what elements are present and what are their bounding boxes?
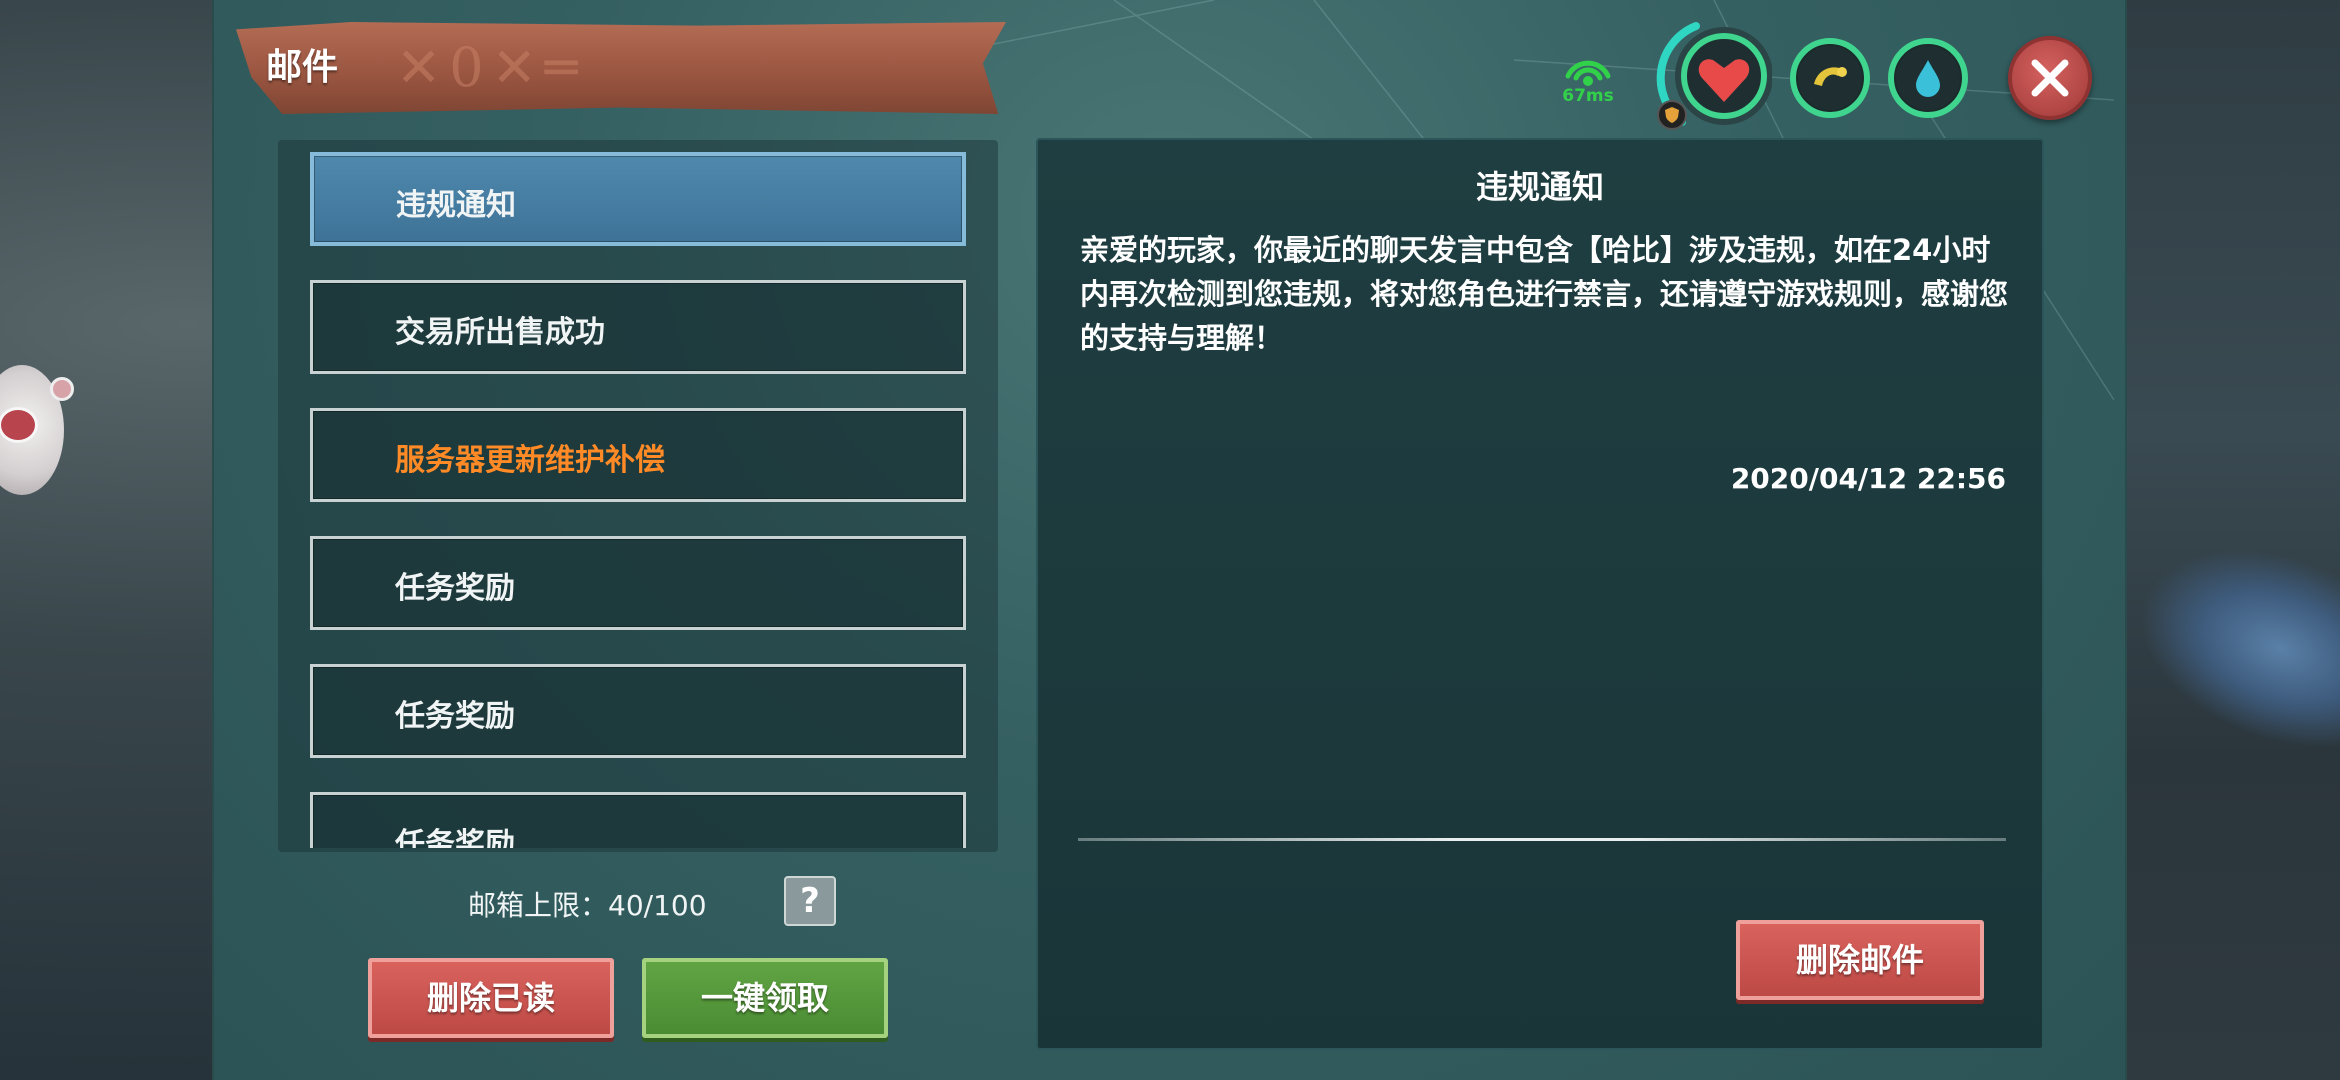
- creature-mouth: [0, 407, 38, 443]
- water-drop-icon: [1916, 60, 1940, 97]
- close-icon: [2031, 59, 2069, 97]
- mail-item-selected[interactable]: 违规通知: [310, 152, 966, 246]
- mail-item[interactable]: 任务奖励: [310, 664, 966, 758]
- mail-item-label: 任务奖励: [395, 699, 515, 734]
- close-button[interactable]: [2008, 36, 2092, 120]
- ping-value: 67ms: [1562, 86, 1614, 106]
- delete-mail-button[interactable]: 删除邮件: [1736, 920, 1984, 1000]
- mail-body: 亲爱的玩家，你最近的聊天发言中包含【哈比】涉及违规，如在24小时内再次检测到您违…: [1080, 233, 2009, 355]
- delete-read-button[interactable]: 删除已读: [368, 958, 614, 1038]
- claim-all-button[interactable]: 一键领取: [642, 958, 888, 1038]
- mail-item[interactable]: 任务奖励: [310, 792, 966, 848]
- water-gauge: [1888, 38, 1968, 118]
- mail-item-label: 服务器更新维护补偿: [395, 443, 665, 478]
- mail-item[interactable]: 交易所出售成功: [310, 280, 966, 374]
- reader-divider: [1078, 838, 2006, 841]
- question-icon: ?: [800, 881, 820, 921]
- plank-emblem: ✕0✕═: [396, 36, 586, 99]
- page-title: 邮件: [266, 47, 339, 88]
- mail-item-label: 交易所出售成功: [395, 315, 605, 350]
- title-plank: ✕0✕═: [236, 22, 1006, 114]
- ping-indicator: 67ms: [1556, 48, 1620, 118]
- mail-item-unread[interactable]: 服务器更新维护补偿: [310, 408, 966, 502]
- mail-item-label: 违规通知: [396, 188, 516, 223]
- signal-icon: [1565, 60, 1611, 86]
- food-icon: [1814, 67, 1847, 86]
- mail-title: 违规通知: [1475, 168, 1604, 206]
- mail-date: 2020/04/12 22:56: [1730, 462, 2006, 495]
- mail-list[interactable]: 违规通知 交易所出售成功 服务器更新维护补偿 任务奖励 任务奖励 任务奖励: [300, 148, 980, 848]
- mailbox-capacity: 邮箱上限：40/100: [468, 889, 707, 922]
- mail-item-label: 任务奖励: [395, 827, 515, 848]
- mail-item-label: 任务奖励: [395, 571, 515, 606]
- help-button[interactable]: ?: [784, 876, 836, 926]
- mail-item[interactable]: 任务奖励: [310, 536, 966, 630]
- hunger-gauge: [1790, 38, 1870, 118]
- creature-badge: [50, 377, 74, 401]
- shield-icon: [1657, 100, 1687, 130]
